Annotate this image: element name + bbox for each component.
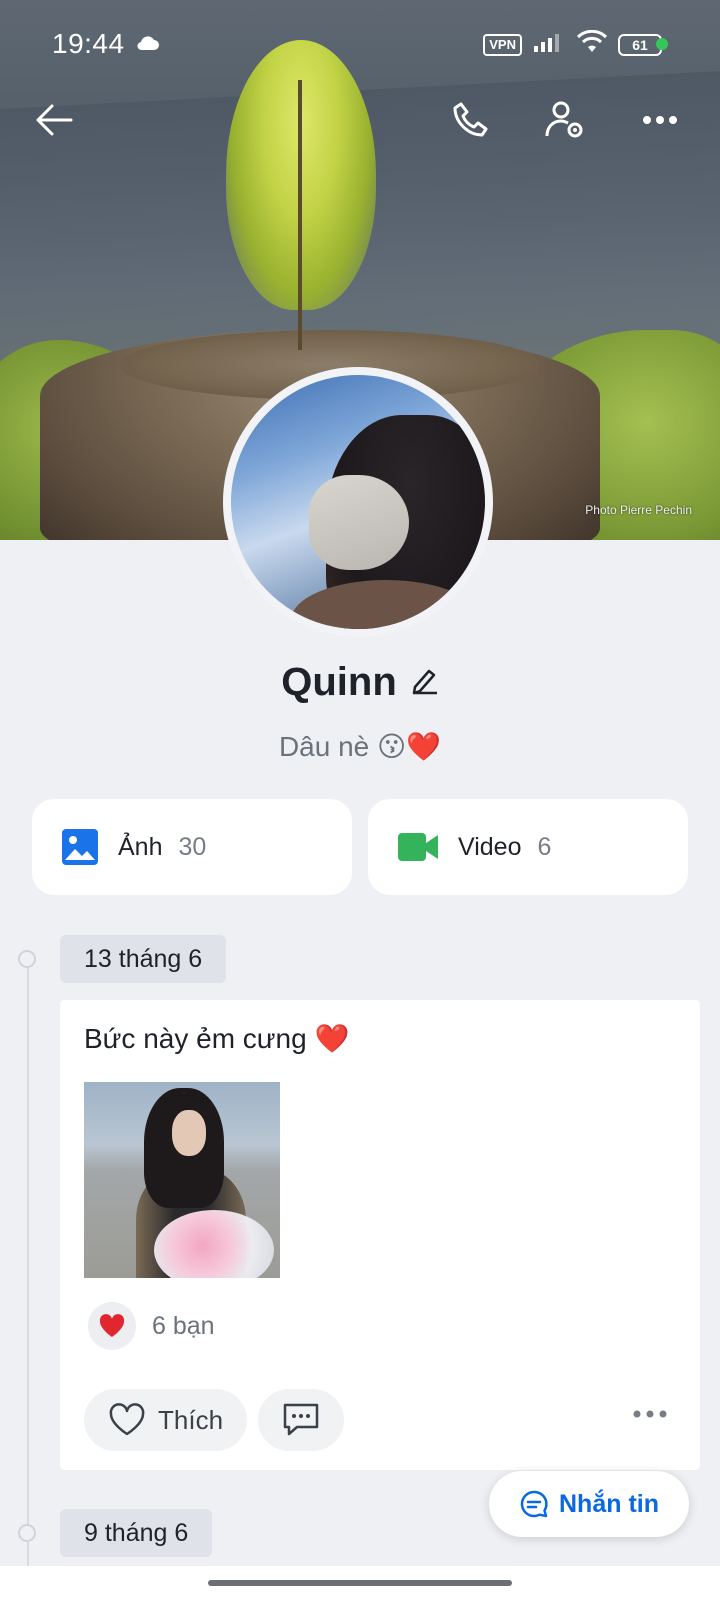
videos-tile[interactable]: Video 6 — [368, 799, 688, 895]
date-chip: 13 tháng 6 — [60, 935, 227, 983]
heart-reaction-badge — [88, 1302, 136, 1350]
profile-screen: Photo Pierre Pechin 19:44 VPN 61 Quinn D… — [0, 0, 720, 1600]
more-icon — [633, 1410, 667, 1418]
message-button[interactable]: Nhắn tin — [489, 1471, 689, 1537]
timeline-dot — [18, 950, 36, 968]
phone-icon — [453, 102, 488, 137]
profile-settings-button[interactable] — [541, 96, 589, 144]
photos-tile[interactable]: Ảnh 30 — [32, 799, 352, 895]
photo-icon — [62, 829, 98, 865]
comment-button[interactable] — [258, 1389, 344, 1451]
timeline-line — [27, 960, 29, 1600]
photos-label: Ảnh — [118, 832, 163, 861]
status-bar: 19:44 VPN 61 — [0, 0, 720, 88]
cover-credit: Photo Pierre Pechin — [585, 503, 692, 517]
videos-count: 6 — [537, 832, 552, 861]
name-row: Quinn — [0, 660, 720, 705]
video-icon — [398, 833, 438, 861]
status-time: 19:44 — [52, 28, 125, 59]
avatar-mask — [309, 475, 409, 570]
videos-label: Video — [458, 832, 522, 861]
post-photo-flowers — [154, 1210, 274, 1278]
home-indicator[interactable] — [208, 1580, 512, 1586]
cloud-icon — [136, 34, 160, 57]
signal-icon — [532, 31, 566, 58]
wifi-icon — [576, 29, 608, 59]
avatar-image — [231, 375, 485, 629]
reaction-summary[interactable]: 6 bạn — [88, 1302, 215, 1350]
date-chip: 9 tháng 6 — [60, 1509, 213, 1557]
edit-pencil-icon — [412, 669, 437, 695]
cover-tree-trunk — [298, 80, 302, 350]
profile-status: Dâu nè 😗❤️ — [278, 731, 442, 762]
post-more-button[interactable] — [632, 1406, 668, 1424]
reaction-count: 6 bạn — [152, 1311, 215, 1340]
status-right: VPN 61 — [483, 29, 666, 59]
comment-icon — [283, 1403, 319, 1436]
call-button[interactable] — [447, 96, 495, 144]
profile-avatar[interactable] — [223, 367, 493, 637]
profile-name-group: Quinn — [281, 660, 439, 705]
timeline-dot — [18, 1524, 36, 1542]
like-label: Thích — [158, 1404, 224, 1435]
profile-name: Quinn — [281, 660, 397, 704]
back-arrow-icon — [36, 104, 73, 136]
message-label: Nhắn tin — [559, 1489, 659, 1518]
user-settings-icon — [545, 101, 583, 138]
photos-count: 30 — [178, 832, 207, 861]
vpn-badge: VPN — [483, 33, 522, 56]
timeline-post[interactable]: Bức này ẻm cưng ❤️ 6 bạn Thích — [60, 1000, 700, 1470]
heart-outline-icon — [109, 1403, 145, 1436]
more-options-button[interactable] — [636, 96, 684, 144]
back-button[interactable] — [30, 96, 78, 144]
privacy-dot — [656, 38, 668, 50]
post-text: Bức này ẻm cưng ❤️ — [84, 1023, 350, 1054]
more-icon — [643, 116, 677, 124]
chat-icon — [520, 1490, 548, 1518]
like-button[interactable]: Thích — [84, 1389, 248, 1451]
edit-name-button[interactable] — [411, 660, 439, 705]
post-photo-face — [172, 1110, 206, 1156]
post-photo[interactable] — [84, 1082, 280, 1278]
heart-icon — [99, 1314, 125, 1337]
